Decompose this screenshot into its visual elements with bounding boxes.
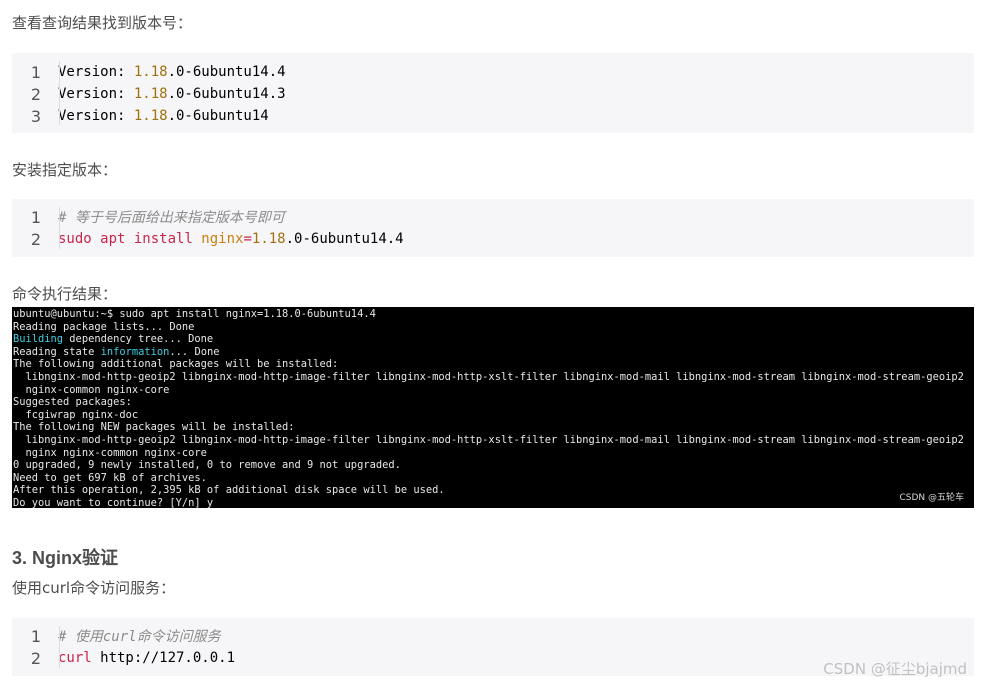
terminal-token: The following additional packages will b… [13,358,339,371]
code-lines: 1 Version: 1.18.0-6ubuntu14.4 2 Version: 1.… [12,61,974,127]
terminal-watermark: CSDN @五轮车 [899,493,964,503]
code-token: Version: [58,86,134,102]
terminal-lines: ubuntu@ubuntu:~$ sudo apt install nginx=… [13,308,973,508]
code-token: 1.18 [133,86,168,102]
terminal-line: The following NEW packages will be insta… [13,421,973,434]
terminal-token: nginx nginx-common nginx-core [13,446,207,459]
line-number: 2 [30,229,41,249]
line-number-divider [59,626,60,668]
terminal-token: After this operation, 2,395 kB of additi… [13,484,445,497]
code-token: .0-6ubuntu14.4 [285,231,404,247]
code-token: .0-6ubuntu14 [167,108,269,124]
code-text: # 使用curl命令访问服务 [50,626,221,646]
code-line: 1 # 等于号后面给出来指定版本号即可 [12,206,974,228]
line-number: 3 [30,106,41,126]
terminal-token: Building [13,333,64,346]
code-token: .0-6ubuntu14.3 [167,86,286,102]
code-token: sudo apt install [58,231,202,247]
terminal-line: libnginx-mod-http-geoip2 libnginx-mod-ht… [13,371,973,384]
code-text: # 等于号后面给出来指定版本号即可 [50,207,285,227]
code-token: nginx [201,231,244,247]
terminal-line: After this operation, 2,395 kB of additi… [13,484,973,497]
terminal-token: libnginx-mod-http-geoip2 libnginx-mod-ht… [13,370,964,383]
code-line: 3 Version: 1.18.0-6ubuntu14 [12,105,974,127]
terminal-token: nginx-common nginx-core [13,383,170,396]
line-number: 2 [30,84,41,104]
terminal-line: The following additional packages will b… [13,358,973,371]
terminal-token: The following NEW packages will be insta… [13,421,295,434]
terminal-token: dependency tree... Done [63,333,214,346]
line-number: 2 [30,648,41,668]
code-token: http://127.0.0.1 [91,650,236,666]
terminal-line: Suggested packages: [13,396,973,409]
terminal-token: Reading package lists... Done [13,320,195,333]
terminal-token: information [100,345,170,358]
line-number: 1 [30,207,41,227]
page-watermark: CSDN @征尘bjajmd [823,660,967,678]
code-block-install[interactable]: 1 # 等于号后面给出来指定版本号即可 2 sudo apt install ngin… [12,199,974,257]
code-token: 1.18 [133,108,168,124]
code-token: .0-6ubuntu14.4 [167,64,286,80]
terminal-line: libnginx-mod-http-geoip2 libnginx-mod-ht… [13,434,973,447]
terminal-line: Do you want to continue? [Y/n] y [13,497,973,508]
terminal-line: nginx nginx-common nginx-core [13,447,973,460]
code-text: Version: 1.18.0-6ubuntu14.4 [50,64,286,80]
terminal-token: ubuntu@ubuntu:~$ sudo apt install nginx=… [13,308,376,320]
terminal-line: fcgiwrap nginx-doc [13,409,973,422]
code-token: 1.18 [133,64,168,80]
code-block-versions[interactable]: 1 Version: 1.18.0-6ubuntu14.4 2 Version: 1.… [12,53,974,133]
paragraph-command-result: 命令执行结果： [12,285,118,303]
terminal-token: Reading state [13,345,101,358]
terminal-token: Do you want to continue? [Y/n] y [13,496,214,508]
terminal-token: ... Done [169,345,220,358]
section-heading-nginx-verify: 3. Nginx验证 [12,548,119,568]
code-token: curl [58,650,92,666]
terminal-line: Building dependency tree... Done [13,333,973,346]
line-number: 1 [30,62,41,82]
code-token: # 使用curl命令访问服务 [58,629,221,645]
code-token: = [243,231,252,247]
terminal-line: 0 upgraded, 9 newly installed, 0 to remo… [13,459,973,472]
code-text: curl http://127.0.0.1 [50,650,235,666]
code-token: # 等于号后面给出来指定版本号即可 [58,210,285,226]
terminal-token: libnginx-mod-http-geoip2 libnginx-mod-ht… [13,433,964,446]
terminal-line: Reading state information... Done [13,346,973,359]
terminal-token: Need to get 697 kB of archives. [13,471,207,484]
terminal-token: Suggested packages: [13,396,132,409]
code-text: Version: 1.18.0-6ubuntu14.3 [50,86,286,102]
terminal-token: 0 upgraded, 9 newly installed, 0 to remo… [13,459,401,472]
paragraph-install-version: 安装指定版本： [12,161,118,179]
terminal-line: ubuntu@ubuntu:~$ sudo apt install nginx=… [13,308,973,321]
code-lines: 1 # 等于号后面给出来指定版本号即可 2 sudo apt install ngin… [12,206,974,250]
code-line: 2 sudo apt install nginx=1.18.0-6ubuntu14… [12,228,974,250]
code-line: 1 Version: 1.18.0-6ubuntu14.4 [12,61,974,83]
terminal-screenshot: ubuntu@ubuntu:~$ sudo apt install nginx=… [12,307,974,508]
code-text: sudo apt install nginx=1.18.0-6ubuntu14.… [50,231,404,247]
paragraph-find-version: 查看查询结果找到版本号： [12,14,193,32]
line-number: 1 [30,626,41,646]
terminal-line: nginx-common nginx-core [13,384,973,397]
paragraph-curl-access: 使用curl命令访问服务： [12,579,176,597]
code-token: Version: [58,64,134,80]
code-token: Version: [58,108,134,124]
terminal-line: Reading package lists... Done [13,321,973,334]
terminal-line: Need to get 697 kB of archives. [13,472,973,485]
code-line: 2 Version: 1.18.0-6ubuntu14.3 [12,83,974,105]
code-text: Version: 1.18.0-6ubuntu14 [50,108,269,124]
terminal-token: fcgiwrap nginx-doc [13,408,139,421]
code-line: 1 # 使用curl命令访问服务 [12,625,974,647]
code-token: 1.18 [251,231,286,247]
line-number-divider [59,207,60,249]
line-number-divider [59,61,60,125]
